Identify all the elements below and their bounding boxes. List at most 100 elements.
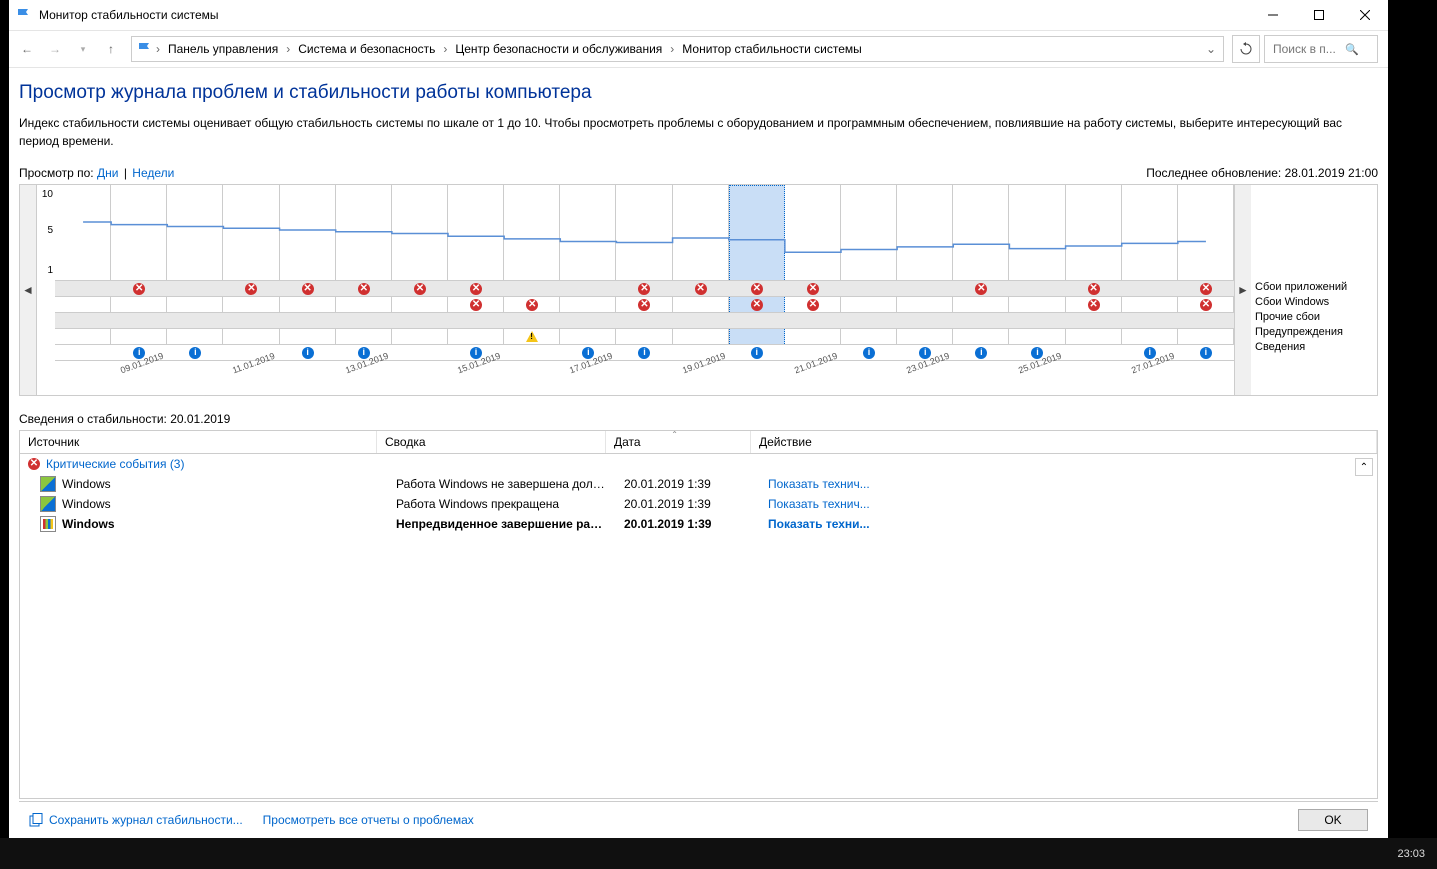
- windows-icon: [40, 476, 56, 492]
- date-text: 20.01.2019 1:39: [616, 517, 760, 531]
- error-icon: ✕: [807, 299, 819, 311]
- chevron-down-icon[interactable]: ⌄: [1203, 42, 1219, 56]
- error-icon: ✕: [751, 299, 763, 311]
- taskbar-clock: 23:03: [1397, 848, 1425, 860]
- error-icon: ✕: [245, 283, 257, 295]
- col-date[interactable]: Дата⌃: [606, 431, 751, 453]
- info-icon: i: [638, 347, 650, 359]
- col-source[interactable]: Источник: [20, 431, 377, 453]
- info-icon: i: [863, 347, 875, 359]
- summary-text: Непредвиденное завершение рабо...: [388, 517, 616, 531]
- refresh-button[interactable]: [1232, 35, 1260, 63]
- details-table-header: Источник Сводка Дата⌃ Действие: [19, 430, 1378, 454]
- error-icon: ✕: [638, 283, 650, 295]
- footer-bar: Сохранить журнал стабильности... Просмот…: [19, 801, 1378, 838]
- maximize-button[interactable]: [1296, 0, 1342, 30]
- warning-icon: [526, 331, 538, 342]
- chart-legend: Сбои приложений Сбои Windows Прочие сбои…: [1251, 185, 1377, 395]
- col-summary[interactable]: Сводка: [377, 431, 606, 453]
- scroll-right-button[interactable]: ►: [1234, 185, 1251, 395]
- page-description: Индекс стабильности системы оценивает об…: [19, 114, 1378, 150]
- detail-row[interactable]: Windows Непредвиденное завершение рабо...…: [20, 514, 1377, 534]
- windows-icon: [40, 516, 56, 532]
- show-details-link[interactable]: Показать технич...: [768, 477, 870, 491]
- flag-icon: [15, 7, 31, 23]
- titlebar: Монитор стабильности системы: [9, 0, 1388, 31]
- info-icon: i: [751, 347, 763, 359]
- chevron-right-icon: ›: [441, 42, 449, 56]
- info-icon: i: [302, 347, 314, 359]
- detail-row[interactable]: WindowsРабота Windows не завершена должн…: [20, 474, 1377, 494]
- up-button[interactable]: ↑: [99, 37, 123, 61]
- collapse-group-button[interactable]: ⌃: [1355, 458, 1373, 476]
- show-details-link[interactable]: Показать технич...: [768, 497, 870, 511]
- breadcrumb-item[interactable]: Панель управления: [164, 40, 282, 58]
- back-button[interactable]: ←: [15, 37, 39, 61]
- legend-warnings: Предупреждения: [1255, 325, 1377, 340]
- search-icon: 🔍: [1345, 43, 1359, 56]
- source-text: Windows: [62, 477, 111, 491]
- error-icon: ✕: [470, 299, 482, 311]
- details-date-label: Сведения о стабильности: 20.01.2019: [19, 412, 1378, 426]
- search-box[interactable]: 🔍: [1264, 35, 1378, 63]
- col-action[interactable]: Действие: [751, 431, 1377, 453]
- separator: |: [124, 166, 127, 180]
- error-icon: ✕: [1088, 283, 1100, 295]
- error-icon: ✕: [470, 283, 482, 295]
- info-icon: i: [189, 347, 201, 359]
- nav-toolbar: ← → ▾ ↑ › Панель управления › Система и …: [9, 31, 1388, 68]
- recent-dropdown[interactable]: ▾: [71, 37, 95, 61]
- legend-information: Сведения: [1255, 340, 1377, 355]
- error-icon: ✕: [751, 283, 763, 295]
- save-history-link[interactable]: Сохранить журнал стабильности...: [29, 813, 243, 827]
- error-icon: ✕: [358, 283, 370, 295]
- breadcrumb-item[interactable]: Центр безопасности и обслуживания: [451, 40, 666, 58]
- group-label[interactable]: Критические события (3): [46, 457, 184, 471]
- close-button[interactable]: [1342, 0, 1388, 30]
- error-icon: ✕: [302, 283, 314, 295]
- ok-button[interactable]: OK: [1298, 809, 1368, 831]
- breadcrumb-item[interactable]: Монитор стабильности системы: [678, 40, 866, 58]
- scroll-left-button[interactable]: ◄: [20, 185, 37, 395]
- search-input[interactable]: [1271, 41, 1345, 57]
- error-icon: ✕: [526, 299, 538, 311]
- error-icon: ✕: [638, 299, 650, 311]
- windows-icon: [40, 496, 56, 512]
- error-icon: ✕: [1200, 299, 1212, 311]
- summary-text: Работа Windows прекращена: [388, 497, 616, 511]
- breadcrumb-item[interactable]: Система и безопасность: [294, 40, 439, 58]
- error-icon: ✕: [414, 283, 426, 295]
- show-details-link[interactable]: Показать техни...: [768, 517, 870, 531]
- minimize-button[interactable]: [1250, 0, 1296, 30]
- error-icon: ✕: [1088, 299, 1100, 311]
- breadcrumb-bar[interactable]: › Панель управления › Система и безопасн…: [131, 36, 1224, 62]
- date-text: 20.01.2019 1:39: [616, 477, 760, 491]
- chevron-right-icon: ›: [154, 42, 162, 56]
- date-text: 20.01.2019 1:39: [616, 497, 760, 511]
- source-text: Windows: [62, 517, 115, 531]
- view-controls-row: Просмотр по: Дни | Недели Последнее обно…: [19, 166, 1378, 180]
- page-title: Просмотр журнала проблем и стабильности …: [19, 82, 1378, 104]
- source-text: Windows: [62, 497, 111, 511]
- view-days-link[interactable]: Дни: [97, 166, 118, 180]
- info-icon: i: [975, 347, 987, 359]
- chart-canvas[interactable]: 1051✕✕✕✕✕✕✕✕✕✕✕✕✕✕✕✕✕✕✕✕iiiiiiiiiiiiii09…: [37, 185, 1234, 395]
- refresh-icon: [1239, 42, 1253, 56]
- reliability-chart: ◄ 1051✕✕✕✕✕✕✕✕✕✕✕✕✕✕✕✕✕✕✕✕iiiiiiiiiiiiii…: [19, 184, 1378, 396]
- forward-button[interactable]: →: [43, 37, 67, 61]
- window-title: Монитор стабильности системы: [39, 8, 1250, 22]
- last-update-label: Последнее обновление: 28.01.2019 21:00: [1146, 166, 1378, 180]
- sort-indicator-icon: ⌃: [671, 430, 678, 439]
- view-all-reports-link[interactable]: Просмотреть все отчеты о проблемах: [263, 813, 474, 827]
- legend-misc-failures: Прочие сбои: [1255, 310, 1377, 325]
- stability-line: [55, 185, 1234, 280]
- content-area: Просмотр журнала проблем и стабильности …: [9, 68, 1388, 838]
- view-by-label: Просмотр по:: [19, 166, 94, 180]
- view-weeks-link[interactable]: Недели: [132, 166, 174, 180]
- detail-row[interactable]: Windows Работа Windows прекращена20.01.20…: [20, 494, 1377, 514]
- taskbar[interactable]: 23:03: [0, 838, 1437, 869]
- info-icon: i: [1200, 347, 1212, 359]
- group-critical-events[interactable]: ✕ Критические события (3): [20, 454, 1377, 474]
- error-icon: ✕: [1200, 283, 1212, 295]
- reliability-monitor-window: Монитор стабильности системы ← → ▾ ↑ › П…: [9, 0, 1388, 838]
